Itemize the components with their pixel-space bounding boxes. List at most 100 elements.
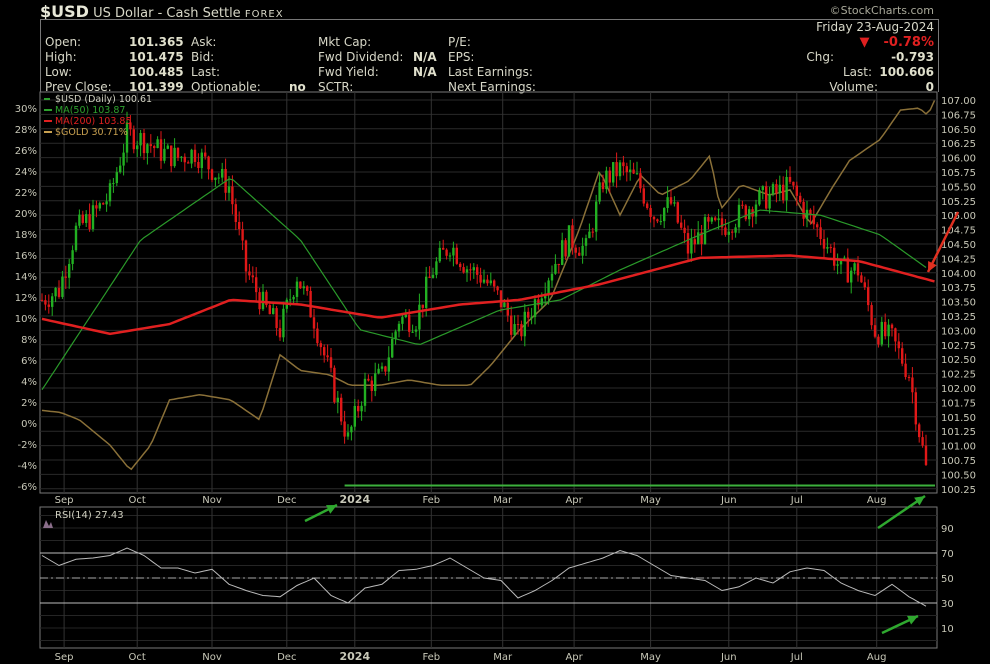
candle-body <box>697 232 700 245</box>
x-tick-label: Dec <box>277 495 296 506</box>
candle-body <box>918 424 921 438</box>
candle-body <box>146 144 149 154</box>
candle-body <box>771 184 775 195</box>
candle-body <box>710 217 713 222</box>
candle-body <box>669 197 673 204</box>
candle-body <box>295 281 299 297</box>
candle-body <box>799 195 802 202</box>
x-tick-label: Aug <box>867 495 887 506</box>
candle-body <box>442 247 445 250</box>
candle-body <box>479 274 482 283</box>
candle-body <box>292 296 295 300</box>
y-tick-label: 106.75 <box>941 110 976 121</box>
y-tick-label: 102.00 <box>941 384 976 395</box>
candle-body <box>391 338 394 358</box>
candle-body <box>819 227 822 240</box>
candle-body <box>591 231 594 233</box>
candle-body <box>44 300 47 305</box>
y-tick-label: 104.00 <box>941 269 976 280</box>
candle-body <box>683 227 686 234</box>
legend-entry: $USD (Daily) 100.61 <box>55 94 152 105</box>
x-tick-label: Jun <box>720 495 737 506</box>
candle-body <box>197 161 200 169</box>
candle-body <box>459 263 462 268</box>
candle-body <box>788 176 792 182</box>
candle-body <box>914 392 917 425</box>
candle-body <box>649 208 652 217</box>
candle-body <box>761 186 764 190</box>
x-tick-label: Mar <box>493 652 513 663</box>
legend-swatch <box>44 131 52 133</box>
candle-body <box>377 368 380 374</box>
candle-body <box>656 219 659 222</box>
legend-entry: $GOLD 30.71% <box>55 127 128 138</box>
candle-body <box>574 247 577 253</box>
candle-body <box>635 173 639 175</box>
candle-body <box>503 302 506 308</box>
candle-body <box>170 145 173 167</box>
candle-body <box>707 217 710 222</box>
y-left-tick-label: 12% <box>15 293 37 304</box>
candle-body <box>414 329 418 332</box>
candle-body <box>516 324 520 326</box>
candle-body <box>880 321 883 345</box>
candle-body <box>822 239 826 249</box>
candle-body <box>190 149 193 164</box>
candle-body <box>690 239 693 254</box>
candle-body <box>448 255 452 257</box>
candle-body <box>778 184 781 194</box>
candle-body <box>255 277 258 293</box>
candle-body <box>836 264 839 266</box>
candle-body <box>95 205 98 209</box>
candle-body <box>829 247 832 249</box>
candle-body <box>584 238 588 246</box>
y-tick-label: 105.75 <box>941 168 976 179</box>
candle-body <box>659 221 662 223</box>
candle-body <box>74 225 78 251</box>
candle-body <box>513 324 516 335</box>
candle-body <box>693 239 696 245</box>
candle-body <box>455 247 458 264</box>
candle-body <box>727 231 730 235</box>
candle-body <box>884 321 887 337</box>
candle-body <box>401 317 404 324</box>
x-tick-label: Nov <box>202 652 222 663</box>
candle-body <box>156 139 159 149</box>
candle-body <box>496 286 499 291</box>
candle-body <box>329 357 333 368</box>
candle-body <box>302 286 305 289</box>
candle-body <box>428 276 431 278</box>
candle-body <box>615 162 618 177</box>
candle-body <box>469 269 472 271</box>
candle-body <box>744 205 747 220</box>
candle-body <box>445 249 448 256</box>
y-tick-label: 101.50 <box>941 413 976 424</box>
y-tick-label: 103.25 <box>941 312 976 323</box>
candle-body <box>547 280 550 294</box>
candle-body <box>686 233 690 254</box>
x-tick-label: Jul <box>790 652 803 663</box>
candle-body <box>666 197 669 209</box>
candle-body <box>387 357 390 372</box>
candle-body <box>703 217 707 245</box>
x-tick-label: Jul <box>790 495 803 506</box>
candle-body <box>792 181 795 186</box>
candle-body <box>91 205 95 230</box>
candle-body <box>261 291 265 310</box>
y-left-tick-label: 18% <box>15 230 37 241</box>
x-tick-label: Feb <box>422 652 440 663</box>
candle-body <box>275 308 278 329</box>
y-left-tick-label: 30% <box>15 104 37 115</box>
candle-body <box>843 257 846 259</box>
y-tick-label: 102.75 <box>941 341 976 352</box>
candle-body <box>159 139 163 161</box>
candle-body <box>625 166 628 173</box>
candle-body <box>78 214 81 226</box>
candle-body <box>714 217 717 221</box>
candle-body <box>418 304 421 330</box>
y-tick-label: 106.25 <box>941 139 976 150</box>
y-left-tick-label: -4% <box>18 461 37 472</box>
candle-body <box>564 240 567 257</box>
x-tick-label: Apr <box>565 652 583 663</box>
candle-body <box>353 405 356 427</box>
